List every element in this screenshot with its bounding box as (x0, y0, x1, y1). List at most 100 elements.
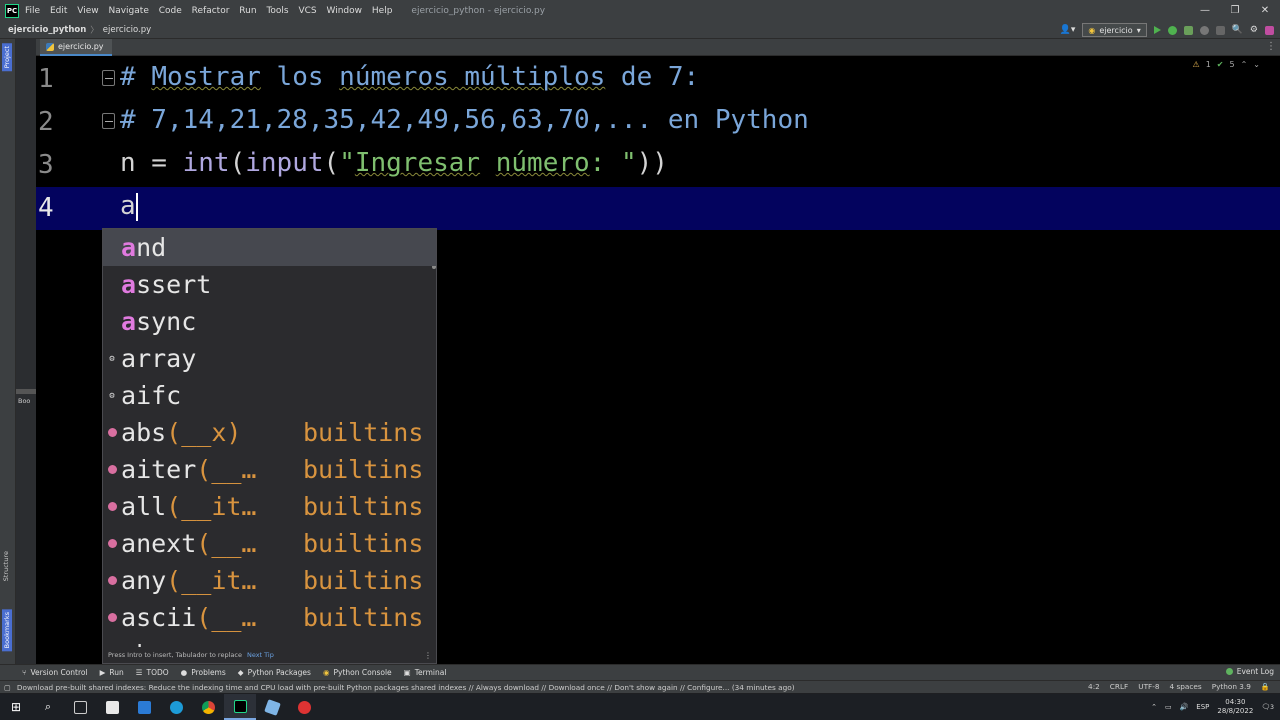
os-taskbar: ⊞ ⌕ ⌃ ▭ 🔊 ESP 04:30 28/8/2022 🗨3 (0, 694, 1280, 720)
tab-version-control[interactable]: ⑂ Version Control (22, 668, 88, 677)
project-panel-collapsed: Boo (16, 39, 36, 664)
code-line[interactable]: 1 # Mostrar los números múltiplos de 7: (36, 58, 1280, 101)
indent-setting[interactable]: 4 spaces (1170, 682, 1202, 691)
panel-splitter[interactable] (16, 389, 36, 394)
menu-code[interactable]: Code (159, 6, 182, 16)
code-line[interactable]: 2 # 7,14,21,28,35,42,49,56,63,70,... en … (36, 101, 1280, 144)
fold-icon[interactable] (102, 70, 115, 86)
python-icon: ◉ (322, 668, 330, 677)
tab-run[interactable]: ▶ Run (100, 668, 124, 677)
bookmarks-tool-tab[interactable]: Bookmarks (2, 609, 12, 652)
completion-item[interactable]: a iter (__… builtins (103, 451, 436, 488)
run-icon[interactable] (1153, 26, 1161, 34)
menu-edit[interactable]: Edit (50, 6, 67, 16)
tab-problems[interactable]: ● Problems (181, 668, 226, 677)
completion-item[interactable]: a bs (__x) builtins (103, 414, 436, 451)
project-tool-tab[interactable]: Project (2, 43, 12, 72)
breadcrumb-project[interactable]: ejercicio_python (8, 25, 86, 35)
code-line[interactable]: 3 n = int(input("Ingresar número: ")) (36, 144, 1280, 187)
completion-item[interactable]: a sync (103, 303, 436, 340)
python-icon: ◉ (1088, 25, 1096, 35)
menu-window[interactable]: Window (327, 6, 363, 16)
completion-item[interactable]: a next (__… builtins (103, 525, 436, 562)
status-icon[interactable]: ▢ (4, 683, 11, 692)
close-icon[interactable]: ✕ (1250, 0, 1280, 21)
completion-item[interactable]: a ssert (103, 266, 436, 303)
settings-icon[interactable]: ⚙ (1250, 25, 1258, 35)
completion-item[interactable]: a nd (103, 229, 436, 266)
completion-item[interactable]: a ny (__it… builtins (103, 562, 436, 599)
tab-terminal[interactable]: ▣ Terminal (404, 668, 447, 677)
coverage-icon[interactable] (1183, 25, 1193, 35)
mail-icon[interactable] (128, 694, 160, 720)
menu-help[interactable]: Help (372, 6, 393, 16)
status-message[interactable]: Download pre-built shared indexes: Reduc… (17, 683, 795, 692)
more-icon[interactable]: ⋮ (1266, 41, 1276, 52)
jetbrains-icon[interactable] (1265, 25, 1274, 35)
volume-icon[interactable]: 🔊 (1180, 703, 1189, 711)
line-number: 1 (38, 64, 54, 94)
tab-python-console[interactable]: ◉ Python Console (323, 668, 392, 677)
completion-item[interactable]: ⚙ a rray (103, 340, 436, 377)
completion-item[interactable]: a scii (__… builtins (103, 599, 436, 636)
maximize-icon[interactable]: ❐ (1220, 0, 1250, 21)
completion-item[interactable]: ⚙ a ifc (103, 377, 436, 414)
minimize-icon[interactable]: — (1190, 0, 1220, 21)
lock-icon[interactable]: 🔒 (1261, 682, 1270, 691)
task-view-icon[interactable] (64, 694, 96, 720)
stop-icon[interactable] (1215, 25, 1225, 35)
file-encoding[interactable]: UTF-8 (1138, 682, 1159, 691)
pycharm-logo-icon[interactable]: PC (5, 3, 19, 18)
python-file-icon (46, 42, 54, 51)
store-icon[interactable] (96, 694, 128, 720)
completion-hint: Press Intro to insert, Tabulador to repl… (108, 651, 242, 659)
code-text: n = int(input("Ingresar número: ")) (120, 148, 668, 178)
function-icon (107, 539, 117, 548)
function-icon (107, 576, 117, 585)
tab-todo[interactable]: ☰ TODO (136, 668, 169, 677)
profile-icon[interactable] (1199, 25, 1209, 35)
menu-bar: File Edit View Navigate Code Refactor Ru… (25, 6, 399, 16)
clock[interactable]: 04:30 28/8/2022 (1217, 698, 1253, 716)
tab-ejercicio-py[interactable]: ejercicio.py (40, 39, 112, 56)
pycharm-taskbar-icon[interactable] (224, 694, 256, 720)
user-icon[interactable]: 👤▾ (1060, 25, 1076, 35)
function-icon (107, 502, 117, 511)
tab-python-packages[interactable]: ◆ Python Packages (238, 668, 311, 677)
structure-tool-tab[interactable]: Structure (2, 551, 10, 581)
notification-count: 3 (1270, 704, 1274, 711)
app-icon[interactable] (288, 694, 320, 720)
menu-navigate[interactable]: Navigate (108, 6, 148, 16)
search-icon[interactable]: ⌕ (32, 694, 64, 720)
more-icon[interactable]: ⋮ (424, 651, 432, 660)
package-icon: ◆ (237, 668, 244, 677)
network-icon[interactable]: ▭ (1165, 703, 1172, 711)
chevron-up-icon[interactable]: ⌃ (1151, 703, 1157, 711)
next-tip-link[interactable]: Next Tip (247, 651, 274, 659)
keyboard-language[interactable]: ESP (1196, 703, 1209, 711)
windows-start-icon[interactable]: ⊞ (0, 694, 32, 720)
current-code-line[interactable]: 4 a (36, 187, 1280, 230)
menu-view[interactable]: View (77, 6, 98, 16)
menu-tools[interactable]: Tools (266, 6, 288, 16)
menu-vcs[interactable]: VCS (298, 6, 316, 16)
menu-file[interactable]: File (25, 6, 40, 16)
debug-icon[interactable] (1167, 25, 1177, 35)
fold-icon[interactable] (102, 113, 115, 129)
event-log-button[interactable]: Event Log (1225, 667, 1274, 676)
line-separator[interactable]: CRLF (1110, 682, 1128, 691)
breadcrumb-file[interactable]: ejercicio.py (103, 25, 151, 35)
menu-refactor[interactable]: Refactor (192, 6, 230, 16)
completion-item[interactable]: a ll (__it… builtins (103, 488, 436, 525)
python-interpreter[interactable]: Python 3.9 (1212, 682, 1251, 691)
search-icon[interactable]: 🔍 (1232, 25, 1243, 35)
app-icon[interactable] (256, 694, 288, 720)
notifications-icon[interactable]: 🗨3 (1261, 703, 1274, 711)
caret-position[interactable]: 4:2 (1088, 682, 1100, 691)
edge-icon[interactable] (160, 694, 192, 720)
run-configuration-select[interactable]: ◉ ejercicio ▾ (1082, 23, 1147, 37)
chrome-icon[interactable] (192, 694, 224, 720)
code-text: # Mostrar los números múltiplos de 7: (120, 62, 700, 92)
menu-run[interactable]: Run (239, 6, 256, 16)
function-icon (107, 465, 117, 474)
